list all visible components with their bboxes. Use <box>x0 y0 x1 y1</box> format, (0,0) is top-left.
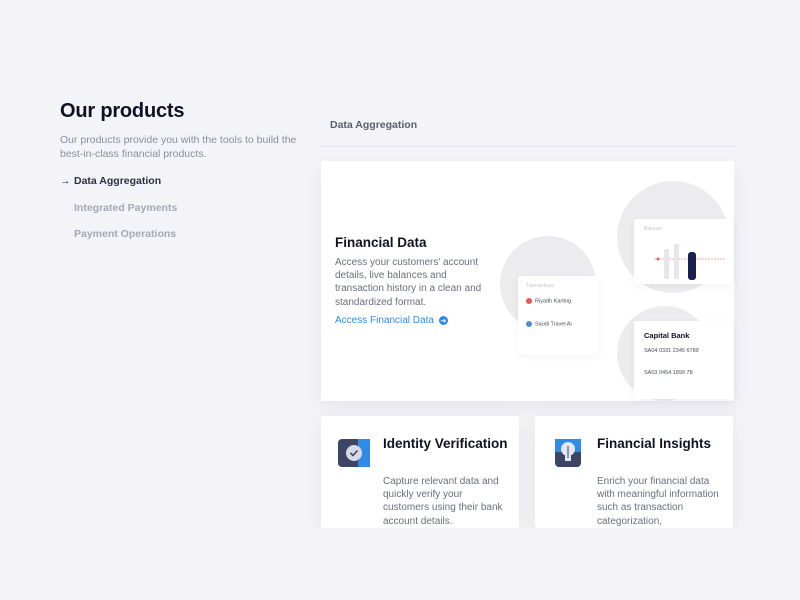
identity-verification-card[interactable]: Identity Verification Capture relevant d… <box>321 416 519 528</box>
nav-item-payment-operations[interactable]: Payment Operations <box>60 228 300 255</box>
account-iban: SA04 0331 2345 6789 <box>644 348 699 354</box>
transaction-row: Saudi Travel Ai <box>526 321 572 327</box>
transactions-title: Transactions <box>526 283 555 289</box>
merchant-logo-icon <box>526 298 532 304</box>
nav-item-label: Payment Operations <box>74 228 177 240</box>
card-title: Financial Insights <box>597 436 712 451</box>
transaction-row: Riyadh Karting <box>526 298 571 304</box>
scroll-fade-mask <box>300 528 780 548</box>
transactions-widget: Transactions Riyadh Karting Saudi Travel… <box>518 276 598 354</box>
bank-name: Capital Bank <box>644 331 690 340</box>
nav-item-data-aggregation[interactable]: → Data Aggregation <box>60 175 300 202</box>
nav-item-label: Integrated Payments <box>74 201 178 214</box>
card-title: Financial Data <box>335 235 427 250</box>
verified-badge-icon <box>338 439 370 467</box>
section-tab-bar: Data Aggregation <box>320 112 736 147</box>
financial-data-card: Financial Data Access your customers' ac… <box>321 161 734 401</box>
tab-data-aggregation[interactable]: Data Aggregation <box>330 119 417 131</box>
products-intro: Our products Our products provide you wi… <box>60 100 300 255</box>
card-title: Identity Verification <box>383 436 508 451</box>
access-financial-data-link[interactable]: Access Financial Data ➔ <box>335 315 448 326</box>
link-label: Access Financial Data <box>335 315 434 326</box>
product-nav: → Data Aggregation Integrated Payments P… <box>60 175 300 255</box>
balance-bar-chart <box>654 244 726 280</box>
bank-account-widget: Capital Bank SA04 0331 2345 6789 SA03 04… <box>634 321 734 399</box>
account-iban: SA03 0454 1899 78 <box>644 370 693 376</box>
card-description: Capture relevant data and quickly verify… <box>383 476 503 527</box>
intro-description: Our products provide you with the tools … <box>60 134 297 160</box>
lightbulb-icon <box>555 439 581 467</box>
balance-chart-widget: Balance <box>634 219 734 284</box>
card-description: Access your customers' account details, … <box>335 257 482 308</box>
airplane-icon <box>526 321 532 327</box>
card-description: Enrich your financial data with meaningf… <box>597 476 719 527</box>
arrow-right-icon: → <box>60 175 71 187</box>
arrow-circle-icon: ➔ <box>438 316 448 325</box>
page-title: Our products <box>60 100 185 122</box>
financial-data-illustration: Transactions Riyadh Karting Saudi Travel… <box>496 181 734 401</box>
nav-item-integrated-payments[interactable]: Integrated Payments <box>60 202 300 229</box>
financial-insights-card[interactable]: Financial Insights Enrich your financial… <box>535 416 733 528</box>
nav-item-label: Data Aggregation <box>74 175 162 187</box>
